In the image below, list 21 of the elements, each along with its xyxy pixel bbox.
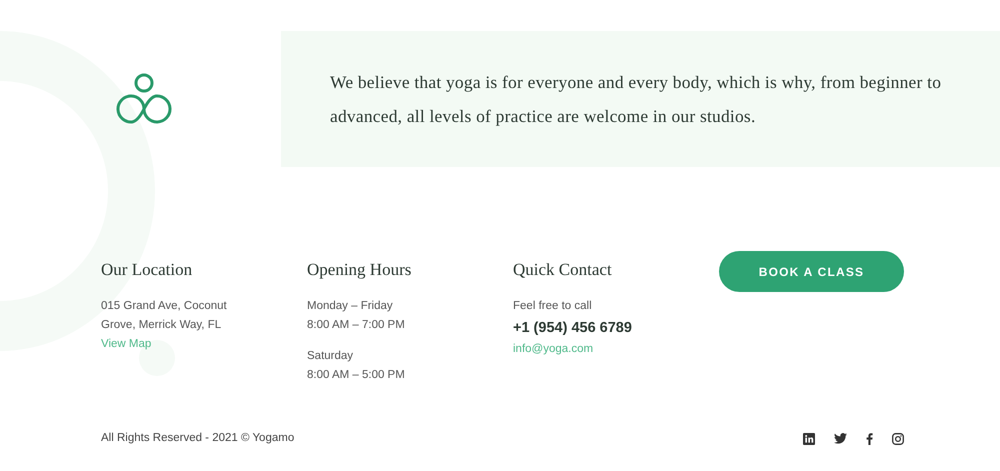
column-heading: Quick Contact — [513, 259, 613, 281]
text-link[interactable]: View Map — [101, 335, 152, 354]
mission-statement: We believe that yoga is for everyone and every body, which is why, from beginner to advanced, all levels of practice are welcome in our studios. — [330, 71, 942, 128]
bird-icon[interactable] — [834, 433, 847, 444]
linkedin-icon[interactable] — [803, 432, 815, 445]
info-text: 8:00 AM – 7:00 PM — [307, 318, 405, 333]
column-heading: Opening Hours — [307, 259, 412, 281]
text-link[interactable]: info@yoga.com — [513, 340, 594, 359]
info-text: 8:00 AM – 5:00 PM — [307, 368, 405, 383]
phone-number: +1 (954) 456 6789 — [513, 319, 632, 338]
logo-icon — [114, 73, 172, 125]
book-class-button[interactable]: BOOK A CLASS — [719, 251, 904, 292]
info-text: Monday – Friday — [307, 299, 393, 314]
facebook-icon[interactable] — [866, 432, 873, 445]
info-text: 015 Grand Ave, Coconut — [101, 299, 227, 314]
column-heading: Our Location — [101, 259, 194, 281]
copyright-text: All Rights Reserved - 2021 © Yogamo — [101, 431, 294, 446]
info-text: Feel free to call — [513, 299, 592, 314]
instagram-icon[interactable] — [892, 432, 904, 445]
info-text: Grove, Merrick Way, FL — [101, 318, 222, 333]
info-text: Saturday — [307, 349, 354, 364]
